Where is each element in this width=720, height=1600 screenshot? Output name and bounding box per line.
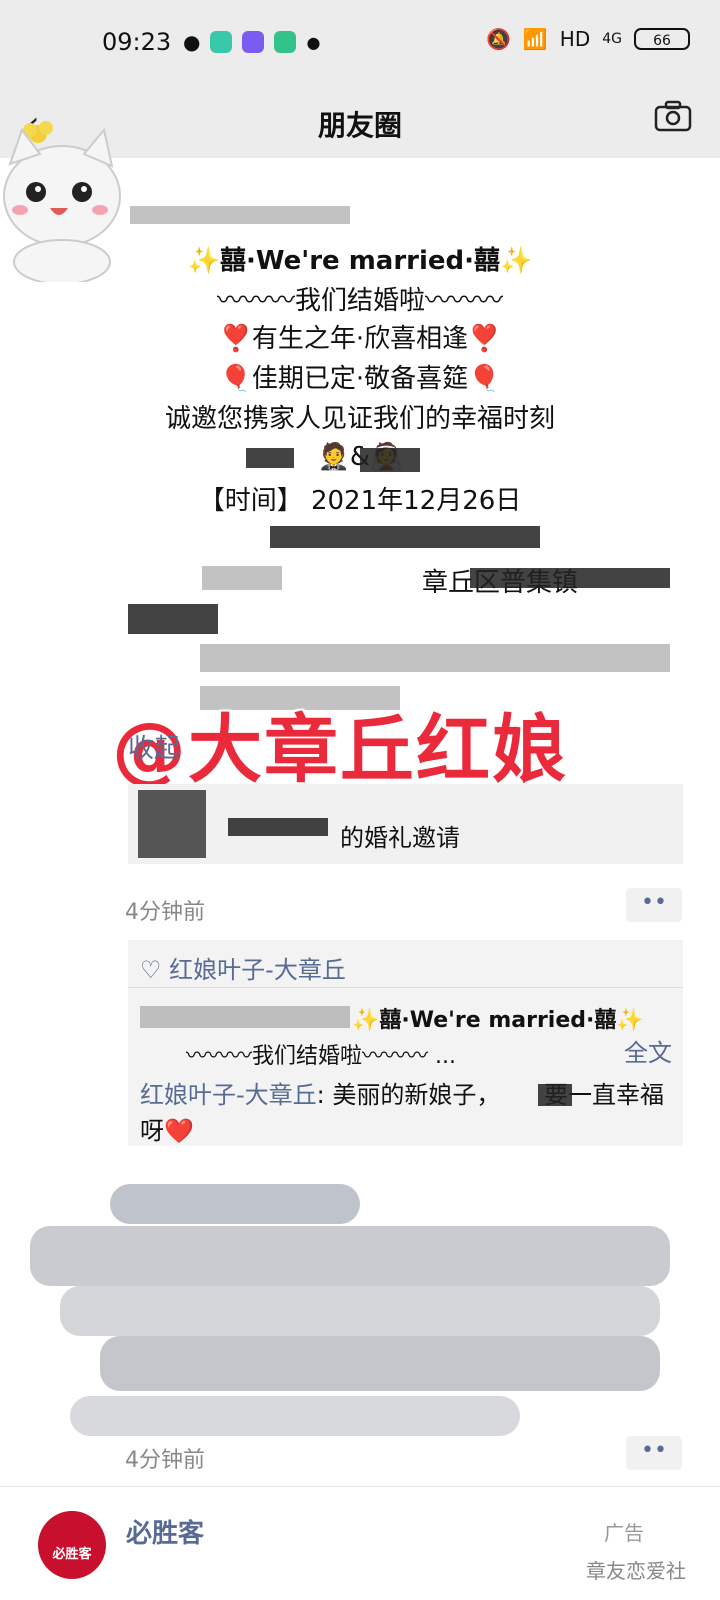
post-time: 4分钟前 (125, 900, 205, 925)
blurred-content (100, 1336, 660, 1391)
blurred-content (70, 1396, 520, 1436)
wechat-icon: ● (183, 30, 201, 54)
cat-sticker (3, 121, 121, 282)
post-line: 【时间】 2021年12月26日 (198, 486, 522, 516)
app-icon (274, 31, 297, 53)
post-line: ❣️有生之年·欣喜相逢❣️ (219, 324, 501, 354)
ad-name[interactable]: 必胜客 (126, 1513, 204, 1550)
status-right: 🔕 📶 HD 4G 66 (486, 27, 690, 51)
post-time: 4分钟前 (125, 1448, 205, 1473)
ad-tag: 广告 (604, 1521, 644, 1545)
app-icon (242, 31, 265, 53)
post-line: 〰〰〰我们结婚啦〰〰〰 (216, 286, 503, 316)
app-icon (210, 31, 233, 53)
censored-text (470, 568, 670, 588)
fulltext-link[interactable]: 全文 (624, 1033, 672, 1068)
like-row: ♡ 红娘叶子-大章丘 (140, 950, 346, 985)
signal-label: 4G (602, 31, 622, 47)
mute-icon: 🔕 (485, 27, 511, 51)
wifi-icon: 📶 (522, 27, 548, 51)
blurred-content (60, 1286, 660, 1336)
censored-text (246, 448, 294, 468)
more-actions-button[interactable]: •• (626, 888, 682, 922)
post-line: 诚邀您携家人见证我们的幸福时刻 (164, 404, 555, 434)
share-thumbnail (138, 790, 206, 858)
brand-logo: 必胜客 (38, 1511, 106, 1579)
dot-icon: ● (306, 32, 321, 52)
censored-name (130, 206, 350, 224)
heart-icon: ♡ (140, 956, 170, 984)
censored-text (140, 1006, 350, 1028)
collapse-link[interactable]: 收起 (128, 728, 180, 765)
quoted-text: 〰〰〰我们结婚啦〰〰〰 ... (186, 1044, 456, 1069)
blurred-content (110, 1184, 360, 1224)
watermark: @大章丘红娘 (112, 707, 568, 793)
commenter-name[interactable]: 红娘叶子-大章丘 (140, 1081, 317, 1109)
source-watermark: 章友恋爱社 (586, 1559, 686, 1583)
ad-card[interactable]: 必胜客 必胜客 广告 章友恋爱社 (0, 1486, 720, 1600)
censored-text (538, 1084, 572, 1106)
moment-card-blurred: 4分钟前 •• (0, 1166, 720, 1486)
like-name[interactable]: 红娘叶子-大章丘 (169, 956, 346, 984)
divider (128, 987, 683, 988)
censored-text (270, 526, 540, 548)
status-time: 09:23 (102, 28, 172, 56)
post-line: 🎈佳期已定·敬备喜筵🎈 (219, 364, 501, 394)
censored-text (360, 448, 420, 472)
camera-icon[interactable] (654, 100, 692, 132)
moment-card: ✨囍·We're married·囍✨ 〰〰〰我们结婚啦〰〰〰 ❣️有生之年·欣… (0, 158, 720, 1166)
blurred-content (30, 1226, 670, 1286)
censored-text (128, 604, 218, 634)
network-label: HD (559, 27, 591, 51)
quoted-text: ✨囍·We're married·囍✨ (352, 1008, 644, 1033)
battery-icon: 66 (634, 28, 690, 50)
status-bar: 09:23 ● ● 🔕 📶 HD 4G 66 (0, 0, 720, 92)
more-actions-button[interactable]: •• (626, 1436, 682, 1470)
censored-text (200, 644, 670, 672)
censored-text (228, 818, 328, 836)
status-app-icons: ● ● (183, 30, 320, 54)
comment: 红娘叶子-大章丘: 美丽的新娘子， 要一直幸福呀❤️ (140, 1077, 675, 1149)
share-title: 的婚礼邀请 (340, 824, 460, 852)
